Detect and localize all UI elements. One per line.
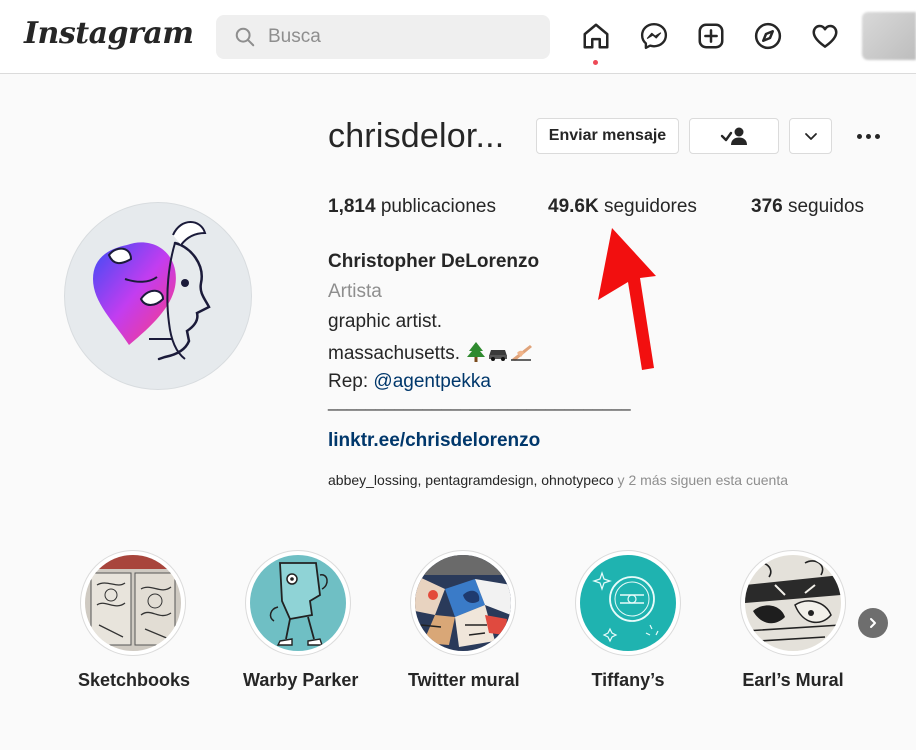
posts-stat: 1,814 publicaciones bbox=[328, 196, 496, 218]
messenger-icon[interactable] bbox=[638, 20, 670, 52]
activity-heart-icon[interactable] bbox=[809, 20, 841, 52]
followers-count[interactable]: 49.6K bbox=[548, 196, 599, 217]
followers-label[interactable]: seguidores bbox=[604, 196, 697, 217]
bio-line-1: graphic artist. bbox=[328, 311, 443, 332]
following-button[interactable] bbox=[689, 118, 779, 154]
instagram-logo[interactable]: Instagram bbox=[24, 16, 194, 51]
bio-mention-link[interactable]: @agentpekka bbox=[373, 371, 491, 392]
following-stat[interactable]: 376 seguidos bbox=[751, 196, 864, 218]
highlight-tiffanys[interactable]: Tiffany’s bbox=[573, 550, 683, 691]
highlight-warby-parker[interactable]: Warby Parker bbox=[243, 550, 359, 691]
car-emoji-icon bbox=[489, 350, 508, 361]
highlight-label: Warby Parker bbox=[243, 670, 359, 690]
profile-username: chrisdelor... bbox=[328, 117, 505, 155]
highlights-next-button[interactable] bbox=[858, 608, 888, 638]
posts-label: publicaciones bbox=[380, 196, 496, 217]
highlight-label: Sketchbooks bbox=[78, 670, 191, 690]
explore-icon[interactable] bbox=[752, 20, 784, 52]
highlight-label: Tiffany’s bbox=[591, 670, 665, 690]
new-post-icon[interactable] bbox=[695, 20, 727, 52]
bio-line-3: Rep: @agentpekka bbox=[328, 371, 491, 393]
highlight-earls-mural[interactable]: Earl’s Mural bbox=[738, 550, 848, 691]
profile-avatar[interactable] bbox=[862, 12, 916, 60]
highlight-image bbox=[250, 555, 346, 651]
followed-by-account-2[interactable]: pentagramdesign bbox=[425, 472, 533, 488]
highlight-image bbox=[85, 555, 181, 651]
bio-line-2: massachusetts. bbox=[328, 341, 533, 365]
following-user-check-icon bbox=[720, 127, 747, 145]
highlight-cover[interactable] bbox=[575, 550, 681, 656]
highlight-label: Twitter mural bbox=[408, 670, 520, 690]
highlight-image bbox=[580, 555, 676, 651]
posts-count: 1,814 bbox=[328, 196, 376, 217]
profile-category: Artista bbox=[328, 281, 382, 302]
search-box[interactable] bbox=[216, 15, 550, 59]
top-navigation-bar: Instagram bbox=[0, 0, 916, 74]
home-icon[interactable] bbox=[580, 20, 612, 52]
bio-divider: ________________________________ bbox=[328, 392, 631, 411]
chevron-down-icon bbox=[804, 133, 817, 140]
followers-stat[interactable]: 49.6K seguidores bbox=[548, 196, 697, 218]
highlight-twitter-mural[interactable]: Twitter mural bbox=[408, 550, 520, 691]
suggested-accounts-dropdown-button[interactable] bbox=[789, 118, 832, 154]
profile-picture[interactable] bbox=[64, 202, 252, 390]
following-label[interactable]: seguidos bbox=[788, 196, 864, 217]
highlight-image bbox=[415, 555, 511, 651]
red-annotation-arrow bbox=[598, 228, 656, 370]
bio-location: massachusetts. bbox=[328, 343, 460, 364]
writing-hand-emoji-icon bbox=[511, 345, 533, 361]
bio-rep-prefix: Rep: bbox=[328, 371, 374, 392]
profile-artwork bbox=[93, 221, 211, 361]
followed-by-account-3[interactable]: ohnotypeco bbox=[541, 472, 613, 488]
search-input[interactable] bbox=[268, 24, 528, 50]
search-icon bbox=[235, 27, 255, 47]
followed-by-suffix: y 2 más siguen esta cuenta bbox=[613, 472, 788, 488]
followed-by-text[interactable]: abbey_lossing, pentagramdesign, ohnotype… bbox=[328, 472, 788, 488]
tree-emoji-icon bbox=[467, 342, 486, 362]
highlight-cover[interactable] bbox=[245, 550, 351, 656]
highlight-image bbox=[745, 555, 841, 651]
bio-website-link[interactable]: linktr.ee/chrisdelorenzo bbox=[328, 430, 540, 452]
followed-by-account-1[interactable]: abbey_lossing bbox=[328, 472, 418, 488]
notification-dot bbox=[593, 60, 598, 65]
more-options-icon[interactable] bbox=[852, 120, 884, 152]
profile-full-name: Christopher DeLorenzo bbox=[328, 251, 540, 272]
following-count[interactable]: 376 bbox=[751, 196, 783, 217]
highlight-sketchbooks[interactable]: Sketchbooks bbox=[78, 550, 191, 691]
highlight-cover[interactable] bbox=[80, 550, 186, 656]
chevron-right-icon bbox=[870, 618, 876, 628]
highlight-label: Earl’s Mural bbox=[742, 670, 844, 690]
send-message-button[interactable]: Enviar mensaje bbox=[536, 118, 679, 154]
highlight-cover[interactable] bbox=[740, 550, 846, 656]
highlight-cover[interactable] bbox=[410, 550, 516, 656]
